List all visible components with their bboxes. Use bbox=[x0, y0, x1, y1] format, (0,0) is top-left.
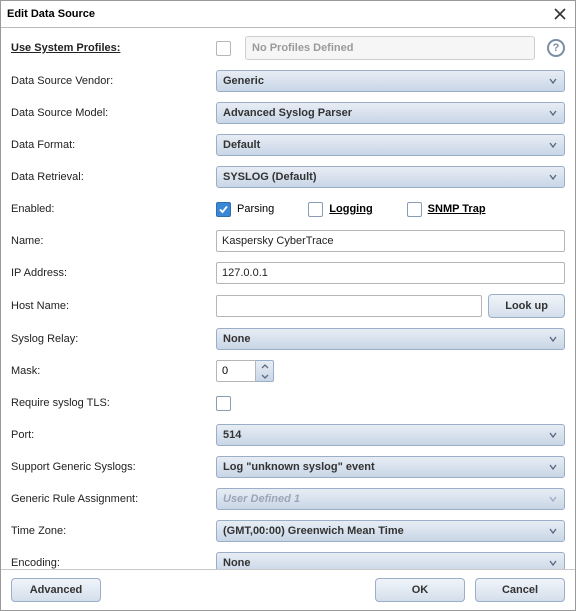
cancel-button[interactable]: Cancel bbox=[475, 578, 565, 602]
retrieval-select[interactable]: SYSLOG (Default) bbox=[216, 166, 565, 188]
snmp-trap-label[interactable]: SNMP Trap bbox=[428, 203, 486, 215]
chevron-down-icon bbox=[546, 106, 560, 120]
chevron-down-icon bbox=[546, 428, 560, 442]
label-ip: IP Address: bbox=[11, 267, 216, 279]
label-relay: Syslog Relay: bbox=[11, 333, 216, 345]
form-content: Use System Profiles: No Profiles Defined… bbox=[1, 28, 575, 569]
chevron-down-icon bbox=[546, 170, 560, 184]
label-support-generic: Support Generic Syslogs: bbox=[11, 461, 216, 473]
label-generic-rule: Generic Rule Assignment: bbox=[11, 493, 216, 505]
snmp-trap-checkbox[interactable] bbox=[407, 202, 422, 217]
close-button[interactable] bbox=[551, 5, 569, 23]
parsing-label: Parsing bbox=[237, 203, 274, 215]
chevron-down-icon bbox=[546, 556, 560, 569]
tls-checkbox[interactable] bbox=[216, 396, 231, 411]
mask-spinner[interactable]: 0 bbox=[216, 360, 276, 382]
encoding-select[interactable]: None bbox=[216, 552, 565, 569]
support-generic-select[interactable]: Log "unknown syslog" event bbox=[216, 456, 565, 478]
chevron-down-icon bbox=[546, 524, 560, 538]
window-title: Edit Data Source bbox=[7, 8, 95, 20]
titlebar: Edit Data Source bbox=[1, 1, 575, 28]
chevron-down-icon bbox=[546, 74, 560, 88]
lookup-button[interactable]: Look up bbox=[488, 294, 565, 318]
label-mask: Mask: bbox=[11, 365, 216, 377]
port-select[interactable]: 514 bbox=[216, 424, 565, 446]
label-tls: Require syslog TLS: bbox=[11, 397, 216, 409]
label-timezone: Time Zone: bbox=[11, 525, 216, 537]
label-format: Data Format: bbox=[11, 139, 216, 151]
name-input[interactable] bbox=[216, 230, 565, 252]
label-enabled: Enabled: bbox=[11, 203, 216, 215]
generic-rule-select: User Defined 1 bbox=[216, 488, 565, 510]
chevron-down-icon bbox=[546, 492, 560, 506]
label-model: Data Source Model: bbox=[11, 107, 216, 119]
logging-checkbox[interactable] bbox=[308, 202, 323, 217]
logging-label[interactable]: Logging bbox=[329, 203, 372, 215]
label-host: Host Name: bbox=[11, 300, 216, 312]
chevron-down-icon bbox=[546, 138, 560, 152]
label-vendor: Data Source Vendor: bbox=[11, 75, 216, 87]
chevron-up-icon bbox=[256, 361, 273, 371]
footer: Advanced OK Cancel bbox=[1, 569, 575, 610]
profiles-box: No Profiles Defined bbox=[245, 36, 535, 60]
mask-value[interactable]: 0 bbox=[216, 360, 256, 382]
model-select[interactable]: Advanced Syslog Parser bbox=[216, 102, 565, 124]
chevron-down-icon bbox=[546, 460, 560, 474]
check-icon bbox=[218, 204, 229, 215]
label-retrieval: Data Retrieval: bbox=[11, 171, 216, 183]
close-icon bbox=[554, 8, 566, 20]
label-port: Port: bbox=[11, 429, 216, 441]
edit-data-source-dialog: Edit Data Source Use System Profiles: No… bbox=[0, 0, 576, 611]
format-select[interactable]: Default bbox=[216, 134, 565, 156]
help-button[interactable]: ? bbox=[547, 39, 565, 57]
label-encoding: Encoding: bbox=[11, 557, 216, 569]
host-input[interactable] bbox=[216, 295, 482, 317]
timezone-select[interactable]: (GMT,00:00) Greenwich Mean Time bbox=[216, 520, 565, 542]
use-system-profiles-checkbox[interactable] bbox=[216, 41, 231, 56]
parsing-checkbox[interactable] bbox=[216, 202, 231, 217]
label-name: Name: bbox=[11, 235, 216, 247]
ok-button[interactable]: OK bbox=[375, 578, 465, 602]
label-use-system-profiles[interactable]: Use System Profiles: bbox=[11, 42, 216, 54]
mask-stepper[interactable] bbox=[256, 360, 274, 382]
vendor-select[interactable]: Generic bbox=[216, 70, 565, 92]
chevron-down-icon bbox=[256, 371, 273, 381]
ip-input[interactable] bbox=[216, 262, 565, 284]
chevron-down-icon bbox=[546, 332, 560, 346]
relay-select[interactable]: None bbox=[216, 328, 565, 350]
advanced-button[interactable]: Advanced bbox=[11, 578, 101, 602]
